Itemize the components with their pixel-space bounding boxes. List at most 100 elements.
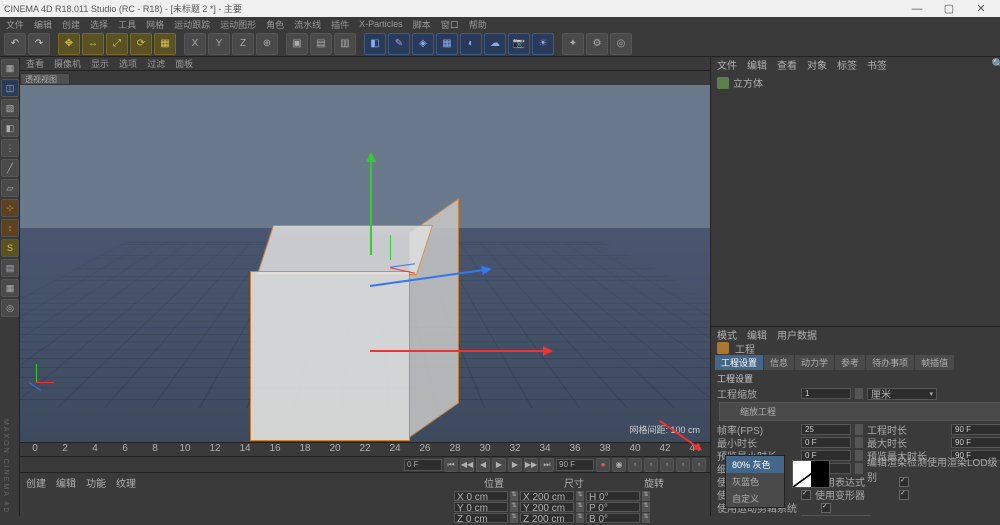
coord-system[interactable]: ⊕: [256, 33, 278, 55]
menu-xparticles[interactable]: X-Particles: [359, 19, 403, 29]
rot-h-field[interactable]: H 0°: [586, 491, 640, 501]
tab-interp[interactable]: 帧插值: [915, 355, 954, 370]
key-pos[interactable]: ▫: [628, 458, 642, 472]
om-bookmark[interactable]: 书签: [867, 57, 887, 72]
autokey-button[interactable]: ◉: [612, 458, 626, 472]
redo-button[interactable]: ↷: [28, 33, 50, 55]
environment-tool[interactable]: ☁: [484, 33, 506, 55]
expr-checkbox[interactable]: [899, 477, 909, 487]
am-mode[interactable]: 模式: [717, 327, 737, 342]
texture-mode[interactable]: ▧: [1, 99, 19, 117]
record-button[interactable]: ●: [596, 458, 610, 472]
snap-toggle[interactable]: S: [1, 239, 19, 257]
tab-info[interactable]: 信息: [764, 355, 794, 370]
rotate-tool[interactable]: ⟳: [130, 33, 152, 55]
xp-tool3[interactable]: ◎: [610, 33, 632, 55]
end-frame-field[interactable]: 90 F: [556, 459, 594, 471]
minimize-button[interactable]: —: [902, 2, 932, 16]
def-checkbox[interactable]: [899, 490, 909, 500]
tab-dynamics[interactable]: 动力学: [795, 355, 834, 370]
menu-window[interactable]: 窗口: [441, 18, 459, 31]
recent-tool[interactable]: ▦: [154, 33, 176, 55]
nurbs-tool[interactable]: ◈: [412, 33, 434, 55]
axis-mode[interactable]: ⊹: [1, 199, 19, 217]
key-rot[interactable]: ▫: [660, 458, 674, 472]
vp-options[interactable]: 选项: [119, 57, 137, 70]
undo-button[interactable]: ↶: [4, 33, 26, 55]
make-editable[interactable]: ▦: [1, 59, 19, 77]
menu-help[interactable]: 帮助: [469, 18, 487, 31]
key-pla[interactable]: ▫: [692, 458, 706, 472]
poly-mode[interactable]: ▱: [1, 179, 19, 197]
mat-tab-tex[interactable]: 纹理: [116, 475, 136, 490]
viewport[interactable]: 网格间距: 100 cm: [20, 85, 710, 442]
axis-y-lock[interactable]: Y: [208, 33, 230, 55]
size-y-field[interactable]: Y 200 cm: [520, 502, 574, 512]
tab-project-settings[interactable]: 工程设置: [715, 355, 763, 370]
vp-panel[interactable]: 面板: [175, 57, 193, 70]
om-edit[interactable]: 编辑: [747, 57, 767, 72]
cube-object[interactable]: [250, 225, 430, 425]
current-frame-field[interactable]: 0 F: [404, 459, 442, 471]
deformer-tool[interactable]: ◐: [460, 33, 482, 55]
pos-z-field[interactable]: Z 0 cm: [454, 513, 508, 523]
rot-p-field[interactable]: P 0°: [586, 502, 640, 512]
vp-camera[interactable]: 摄像机: [54, 57, 81, 70]
scale-unit-select[interactable]: 厘米: [867, 388, 937, 400]
menu-select[interactable]: 选择: [90, 18, 108, 31]
dropdown-option-80gray[interactable]: 80% 灰色: [726, 456, 784, 473]
projlen-field[interactable]: 90 F: [951, 424, 1000, 435]
enable-axis[interactable]: ↕: [1, 219, 19, 237]
model-mode[interactable]: ◫: [1, 79, 19, 97]
color-swatch[interactable]: [792, 460, 830, 488]
prev-key[interactable]: ◀◀: [460, 458, 474, 472]
point-mode[interactable]: ⋮: [1, 139, 19, 157]
scale-tool[interactable]: ⤢: [106, 33, 128, 55]
menu-pipeline[interactable]: 流水线: [294, 18, 321, 31]
tab-reference[interactable]: 参考: [835, 355, 865, 370]
mat-tab-func[interactable]: 功能: [86, 475, 106, 490]
snap-settings[interactable]: ▦: [1, 279, 19, 297]
axis-x-red[interactable]: [370, 350, 550, 352]
motion-checkbox[interactable]: [821, 503, 831, 513]
pos-x-field[interactable]: X 0 cm: [454, 491, 508, 501]
primitive-cube[interactable]: ◧: [364, 33, 386, 55]
om-object[interactable]: 对象: [807, 57, 827, 72]
goto-end[interactable]: ⏭: [540, 458, 554, 472]
menu-mograph[interactable]: 运动图形: [220, 18, 256, 31]
object-mode[interactable]: ◧: [1, 119, 19, 137]
menu-motion-track[interactable]: 运动跟踪: [174, 18, 210, 31]
key-scale[interactable]: ▫: [644, 458, 658, 472]
xp-tool1[interactable]: ✦: [562, 33, 584, 55]
menu-create[interactable]: 创建: [62, 18, 80, 31]
om-file[interactable]: 文件: [717, 57, 737, 72]
scale-project-button[interactable]: 缩放工程: [719, 402, 1000, 421]
dropdown-option-custom[interactable]: 自定义: [726, 490, 784, 507]
prev-frame[interactable]: ◀: [476, 458, 490, 472]
tree-item-cube[interactable]: 立方体: [717, 75, 1000, 90]
select-tool[interactable]: ✥: [58, 33, 80, 55]
tab-todo[interactable]: 待办事项: [866, 355, 914, 370]
mat-tab-create[interactable]: 创建: [26, 475, 46, 490]
axis-y-green[interactable]: [370, 155, 372, 255]
menu-script[interactable]: 脚本: [413, 18, 431, 31]
xp-tool2[interactable]: ⚙: [586, 33, 608, 55]
vp-view[interactable]: 查看: [26, 57, 44, 70]
vp-display[interactable]: 显示: [91, 57, 109, 70]
rot-b-field[interactable]: B 0°: [586, 513, 640, 523]
workplane[interactable]: ▤: [1, 259, 19, 277]
pos-y-field[interactable]: Y 0 cm: [454, 502, 508, 512]
light-tool[interactable]: ☀: [532, 33, 554, 55]
render-view[interactable]: ▣: [286, 33, 308, 55]
menu-mesh[interactable]: 网格: [146, 18, 164, 31]
goto-start[interactable]: ⏮: [444, 458, 458, 472]
render-settings[interactable]: ▥: [334, 33, 356, 55]
mat-tab-edit[interactable]: 编辑: [56, 475, 76, 490]
viewport-solo[interactable]: ◎: [1, 299, 19, 317]
vp-filter[interactable]: 过滤: [147, 57, 165, 70]
scale-field[interactable]: 1: [801, 388, 851, 399]
menu-file[interactable]: 文件: [6, 18, 24, 31]
move-tool[interactable]: ↔: [82, 33, 104, 55]
fps-field[interactable]: 25: [801, 424, 851, 435]
timeline-ruler[interactable]: 0246810121416182022242628303234363840424…: [20, 442, 710, 456]
